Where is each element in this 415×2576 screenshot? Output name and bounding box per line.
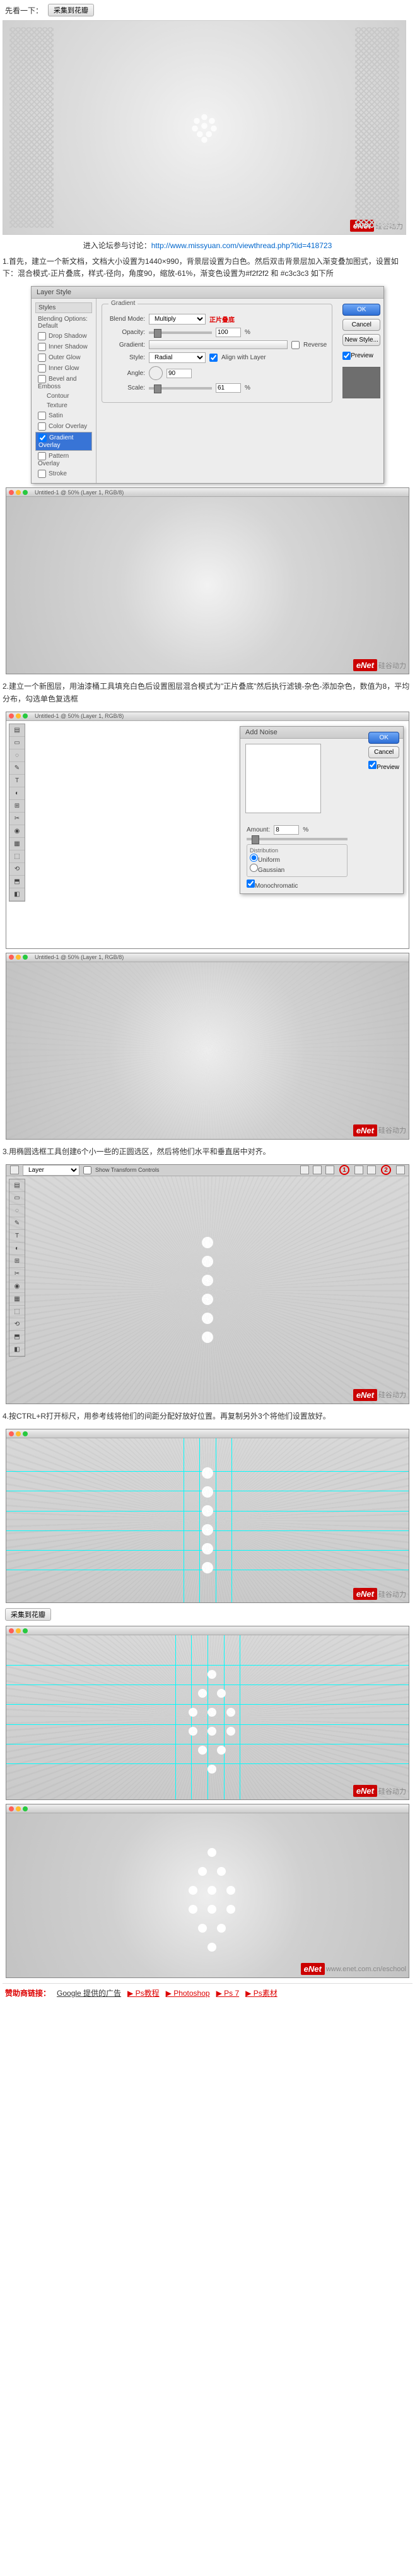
step4-text: 4.按CTRL+R打开标尺，用参考线将他们的间距分配好放好位置。再复制另外3个将…	[3, 1408, 412, 1425]
tool-icon[interactable]: ⬒	[9, 1331, 25, 1344]
vertical-dots-guided	[202, 1467, 213, 1573]
options-bar[interactable]: Layer Show Transform Controls 1 2	[6, 1165, 409, 1176]
tool-icon[interactable]: ✎	[9, 762, 25, 775]
tool-icon[interactable]: T	[9, 1230, 25, 1243]
angle-input[interactable]	[167, 369, 192, 378]
tool-icon[interactable]: ◐	[9, 1243, 25, 1255]
noise-preview	[245, 744, 321, 813]
ok-button[interactable]: OK	[342, 304, 380, 316]
ps-window-2: Untitled-1 @ 50% (Layer 1, RGB/8) ▤▭◌✎T◐…	[6, 712, 409, 949]
layer-select[interactable]: Layer	[23, 1165, 79, 1176]
tool-icon[interactable]: ✂	[9, 1268, 25, 1280]
layer-thumb-icon	[10, 1166, 19, 1174]
align-icon[interactable]	[300, 1166, 309, 1174]
dialog-title: Layer Style	[32, 287, 383, 299]
gradient-picker[interactable]	[149, 340, 288, 349]
step1-text: 1.首先，建立一个新文档，文档大小设置为1440×990，背景层设置为白色。然后…	[3, 253, 412, 282]
tool-icon[interactable]: ⬒	[9, 876, 25, 888]
tool-icon[interactable]: T	[9, 775, 25, 787]
layer-style-dialog: Layer Style Styles Blending Options: Def…	[31, 286, 384, 484]
align-icon[interactable]	[325, 1166, 334, 1174]
gradient-fieldset: Gradient Blend Mode:Multiply正片叠底 Opacity…	[102, 304, 332, 403]
style-select[interactable]: Radial	[149, 352, 206, 363]
tool-icon[interactable]: ⬚	[9, 850, 25, 863]
heart-icon	[185, 108, 223, 148]
opacity-input[interactable]	[216, 328, 241, 337]
tool-icon[interactable]: ▤	[9, 724, 25, 737]
step2-text: 2.建立一个新图层，用油漆桶工具填充白色后设置图层混合模式为"正片叠底"然后执行…	[3, 678, 412, 707]
preview-swatch	[342, 367, 380, 398]
tool-icon[interactable]: ◉	[9, 825, 25, 838]
new-style-button[interactable]: New Style...	[342, 334, 380, 346]
tool-icon[interactable]: ◉	[9, 1280, 25, 1293]
scale-slider[interactable]	[149, 387, 212, 390]
ps-window-6: eNet硅谷动力	[6, 1626, 409, 1800]
link-photoshop[interactable]: ▶ Photoshop	[166, 1989, 210, 1998]
google-ads-link[interactable]: Google 提供的广告	[57, 1988, 121, 1998]
ps-window-7: eNetwww.enet.com.cn/eschool	[6, 1804, 409, 1978]
tool-icon[interactable]: ▭	[9, 737, 25, 749]
forum-link[interactable]: http://www.missyuan.com/viewthread.php?t…	[151, 241, 332, 250]
noise-amount-input[interactable]	[274, 825, 299, 835]
sponsor-links: 赞助商链接： Google 提供的广告 ▶ Ps教程 ▶ Photoshop ▶…	[3, 1983, 412, 2002]
noise-cancel-button[interactable]: Cancel	[368, 746, 399, 758]
tools-palette[interactable]: ▤▭◌✎T◐⊞✂◉▦⬚⟲⬒◧	[9, 1179, 25, 1357]
opacity-slider[interactable]	[149, 331, 212, 334]
ps-window-5: eNet硅谷动力	[6, 1429, 409, 1603]
ps-window-4: Layer Show Transform Controls 1 2 ▤▭◌✎T◐…	[6, 1164, 409, 1404]
tool-icon[interactable]: ⊞	[9, 1255, 25, 1268]
styles-list[interactable]: Styles Blending Options: Default Drop Sh…	[32, 299, 96, 483]
clip-button-top[interactable]: 采集到花瓣	[48, 4, 94, 16]
uniform-radio[interactable]	[250, 854, 258, 862]
vertical-dots	[202, 1237, 213, 1343]
watermark: eNet 硅谷动力	[350, 220, 403, 232]
align-icon[interactable]	[367, 1166, 376, 1174]
mono-checkbox[interactable]	[247, 880, 255, 888]
ps-window-1: Untitled-1 @ 50% (Layer 1, RGB/8) eNet硅谷…	[6, 487, 409, 674]
tool-icon[interactable]: ✎	[9, 1217, 25, 1230]
step3-text: 3.用椭圆选框工具创建6个小一些的正圆选区，然后将他们水平和垂直居中对齐。	[3, 1143, 412, 1160]
link-ps-tutorial[interactable]: ▶ Ps教程	[127, 1988, 160, 1998]
tool-icon[interactable]: ⟲	[9, 1318, 25, 1331]
gradient-overlay-item[interactable]: Gradient Overlay	[35, 432, 92, 451]
scale-input[interactable]	[216, 383, 241, 393]
forum-link-caption: 进入论坛参与讨论：http://www.missyuan.com/viewthr…	[3, 237, 412, 253]
tool-icon[interactable]: ◐	[9, 787, 25, 800]
noise-slider[interactable]	[247, 838, 348, 840]
tool-icon[interactable]: ▭	[9, 1192, 25, 1205]
align-icon[interactable]	[354, 1166, 363, 1174]
link-ps7[interactable]: ▶ Ps 7	[216, 1989, 240, 1998]
marker-2: 2	[381, 1165, 391, 1175]
ps-window-3: Untitled-1 @ 50% (Layer 1, RGB/8) eNet硅谷…	[6, 953, 409, 1140]
blend-mode-select[interactable]: Multiply	[149, 314, 206, 325]
align-icon[interactable]	[396, 1166, 405, 1174]
add-noise-dialog: Add Noise Amount:% Distribution Uniform …	[240, 726, 404, 894]
tool-icon[interactable]: ◌	[9, 1205, 25, 1217]
marker-1: 1	[339, 1165, 349, 1175]
tool-icon[interactable]: ▦	[9, 1293, 25, 1306]
clip-button-mid[interactable]: 采集到花瓣	[5, 1608, 51, 1621]
tool-icon[interactable]: ⊞	[9, 800, 25, 813]
gaussian-radio[interactable]	[250, 864, 258, 872]
tool-icon[interactable]: ⟲	[9, 863, 25, 876]
top-look-text: 先看一下：	[5, 5, 43, 16]
tool-icon[interactable]: ▤	[9, 1179, 25, 1192]
align-icon[interactable]	[313, 1166, 322, 1174]
angle-dial[interactable]	[149, 366, 163, 380]
noise-ok-button[interactable]: OK	[368, 732, 399, 744]
tool-icon[interactable]: ✂	[9, 813, 25, 825]
tool-icon[interactable]: ⬚	[9, 1306, 25, 1318]
cancel-button[interactable]: Cancel	[342, 319, 380, 331]
link-ps-material[interactable]: ▶ Ps素材	[245, 1988, 278, 1998]
tool-icon[interactable]: ◧	[9, 888, 25, 901]
tool-icon[interactable]: ▦	[9, 838, 25, 850]
tool-icon[interactable]: ◧	[9, 1344, 25, 1356]
tools-palette[interactable]: ▤▭◌✎T◐⊞✂◉▦⬚⟲⬒◧	[9, 724, 25, 902]
tool-icon[interactable]: ◌	[9, 749, 25, 762]
result-preview: eNet 硅谷动力	[3, 20, 406, 235]
